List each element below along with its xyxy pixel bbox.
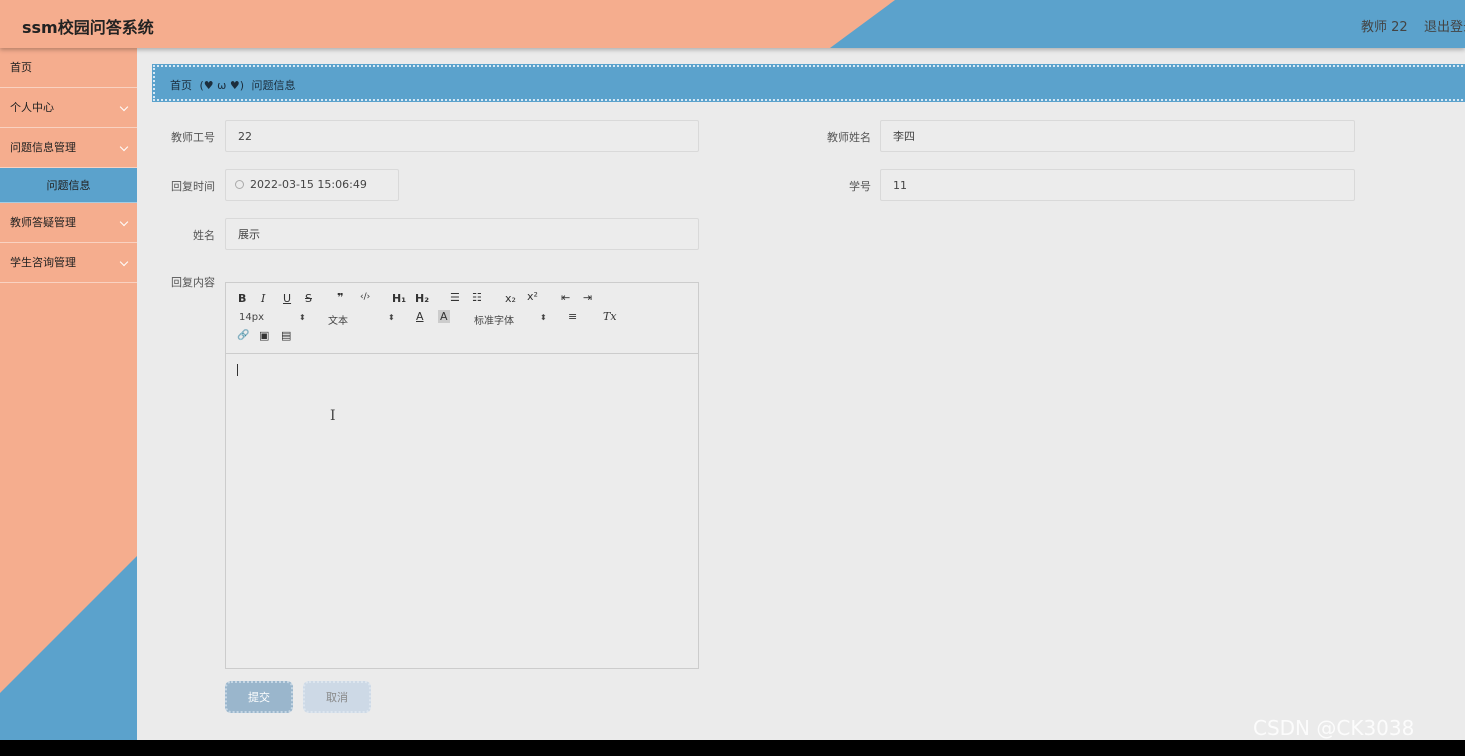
- font-family-select[interactable]: 标准字体 ⬍: [474, 312, 552, 327]
- font-family-value: 标准字体: [474, 316, 514, 327]
- reply-content-label: 回复内容: [171, 276, 215, 289]
- font-color-icon[interactable]: A: [416, 310, 424, 323]
- sidebar-item-label: 首页: [10, 61, 32, 74]
- sidebar-item-label: 教师答疑管理: [10, 216, 76, 229]
- logout-link[interactable]: 退出登录: [1424, 16, 1465, 35]
- student-id-label: 学号: [849, 180, 871, 193]
- underline-button[interactable]: U: [283, 292, 291, 305]
- h2-button[interactable]: H₂: [415, 292, 429, 305]
- bold-button[interactable]: B: [238, 292, 246, 305]
- text-caret: [237, 364, 238, 376]
- breadcrumb: 首页 (♥ ω ♥) 问题信息: [152, 64, 1465, 102]
- teacher-id-label: 教师工号: [171, 131, 215, 144]
- name-field[interactable]: [225, 218, 699, 250]
- align-icon[interactable]: ≡: [568, 310, 577, 323]
- sidebar-item-student-consult[interactable]: 学生咨询管理: [0, 243, 137, 283]
- name-label: 姓名: [193, 229, 215, 242]
- breadcrumb-current: 问题信息: [251, 79, 296, 92]
- sidebar-item-label: 问题信息: [46, 179, 91, 192]
- select-arrow-icon: ⬍: [540, 313, 547, 322]
- watermark: CSDN @CK3038: [1253, 716, 1415, 740]
- student-id-field[interactable]: [880, 169, 1355, 201]
- background-color-icon[interactable]: A: [438, 310, 450, 323]
- subscript-button[interactable]: x₂: [505, 292, 516, 305]
- select-arrow-icon: ⬍: [299, 313, 306, 322]
- header-decoration: [0, 0, 895, 48]
- editor-toolbar: B I U S ❞ ‹/› H₁ H₂ ☰ ☷ x₂ x² ⇤ ⇥ 14px ⬍ …: [226, 283, 698, 354]
- sidebar-item-label: 个人中心: [10, 101, 54, 114]
- clean-format-icon[interactable]: Tx: [603, 310, 617, 323]
- code-icon[interactable]: ‹/›: [360, 292, 370, 302]
- app-title: ssm校园问答系统: [22, 18, 154, 37]
- header-bar: ssm校园问答系统 教师 22 退出登录: [0, 0, 1465, 48]
- header-select-value: 文本: [328, 316, 348, 327]
- text-cursor-icon: I: [330, 408, 336, 424]
- reply-time-picker[interactable]: 2022-03-15 15:06:49: [225, 169, 399, 201]
- font-size-select[interactable]: 14px ⬍: [239, 312, 307, 323]
- breadcrumb-separator: (♥ ω ♥): [199, 79, 245, 92]
- sidebar-menu: 首页 个人中心 问题信息管理 问题信息 教师答疑管理 学生咨询管理: [0, 48, 137, 283]
- sidebar-item-label: 学生咨询管理: [10, 256, 76, 269]
- sidebar-item-teacher-answers[interactable]: 教师答疑管理: [0, 203, 137, 243]
- app-window: ssm校园问答系统 教师 22 退出登录 首页 个人中心 问题信息管理 问题信息…: [0, 0, 1465, 740]
- video-icon[interactable]: ▤: [281, 329, 291, 342]
- ordered-list-icon[interactable]: ☰: [450, 291, 460, 304]
- image-icon[interactable]: ▣: [259, 329, 269, 342]
- indent-icon[interactable]: ⇥: [583, 291, 592, 304]
- reply-time-label: 回复时间: [171, 180, 215, 193]
- breadcrumb-text: 首页 (♥ ω ♥) 问题信息: [170, 77, 300, 93]
- chevron-down-icon: [119, 217, 129, 227]
- h1-button[interactable]: H₁: [392, 292, 406, 305]
- reply-time-value: 2022-03-15 15:06:49: [250, 178, 367, 191]
- editor-content-area[interactable]: I: [226, 354, 698, 668]
- clock-icon: [235, 180, 244, 189]
- rich-text-editor: B I U S ❞ ‹/› H₁ H₂ ☰ ☷ x₂ x² ⇤ ⇥ 14px ⬍ …: [225, 282, 699, 669]
- header-select[interactable]: 文本 ⬍: [328, 312, 396, 327]
- outdent-icon[interactable]: ⇤: [561, 291, 570, 304]
- link-icon[interactable]: 🔗: [237, 330, 249, 341]
- sidebar-item-label: 问题信息管理: [10, 141, 76, 154]
- select-arrow-icon: ⬍: [388, 313, 395, 322]
- sidebar-subitem-question-info[interactable]: 问题信息: [0, 168, 137, 203]
- italic-button[interactable]: I: [261, 292, 265, 305]
- sidebar-item-home[interactable]: 首页: [0, 48, 137, 88]
- breadcrumb-home[interactable]: 首页: [170, 79, 192, 92]
- teacher-name-label: 教师姓名: [827, 131, 871, 144]
- chevron-down-icon: [119, 142, 129, 152]
- chevron-down-icon: [119, 102, 129, 112]
- font-size-value: 14px: [239, 312, 264, 323]
- teacher-id-field[interactable]: [225, 120, 699, 152]
- strike-button[interactable]: S: [305, 292, 312, 305]
- cancel-button[interactable]: 取消: [303, 681, 371, 713]
- bullet-list-icon[interactable]: ☷: [472, 291, 482, 304]
- sidebar-item-question-management[interactable]: 问题信息管理: [0, 128, 137, 168]
- submit-button[interactable]: 提交: [225, 681, 293, 713]
- bottom-bar: [0, 740, 1465, 756]
- teacher-name-field[interactable]: [880, 120, 1355, 152]
- quote-icon[interactable]: ❞: [337, 291, 343, 304]
- superscript-button[interactable]: x²: [527, 290, 538, 303]
- chevron-down-icon: [119, 257, 129, 267]
- sidebar-item-personal-center[interactable]: 个人中心: [0, 88, 137, 128]
- sidebar: 首页 个人中心 问题信息管理 问题信息 教师答疑管理 学生咨询管理: [0, 48, 137, 740]
- current-user: 教师 22: [1361, 20, 1408, 35]
